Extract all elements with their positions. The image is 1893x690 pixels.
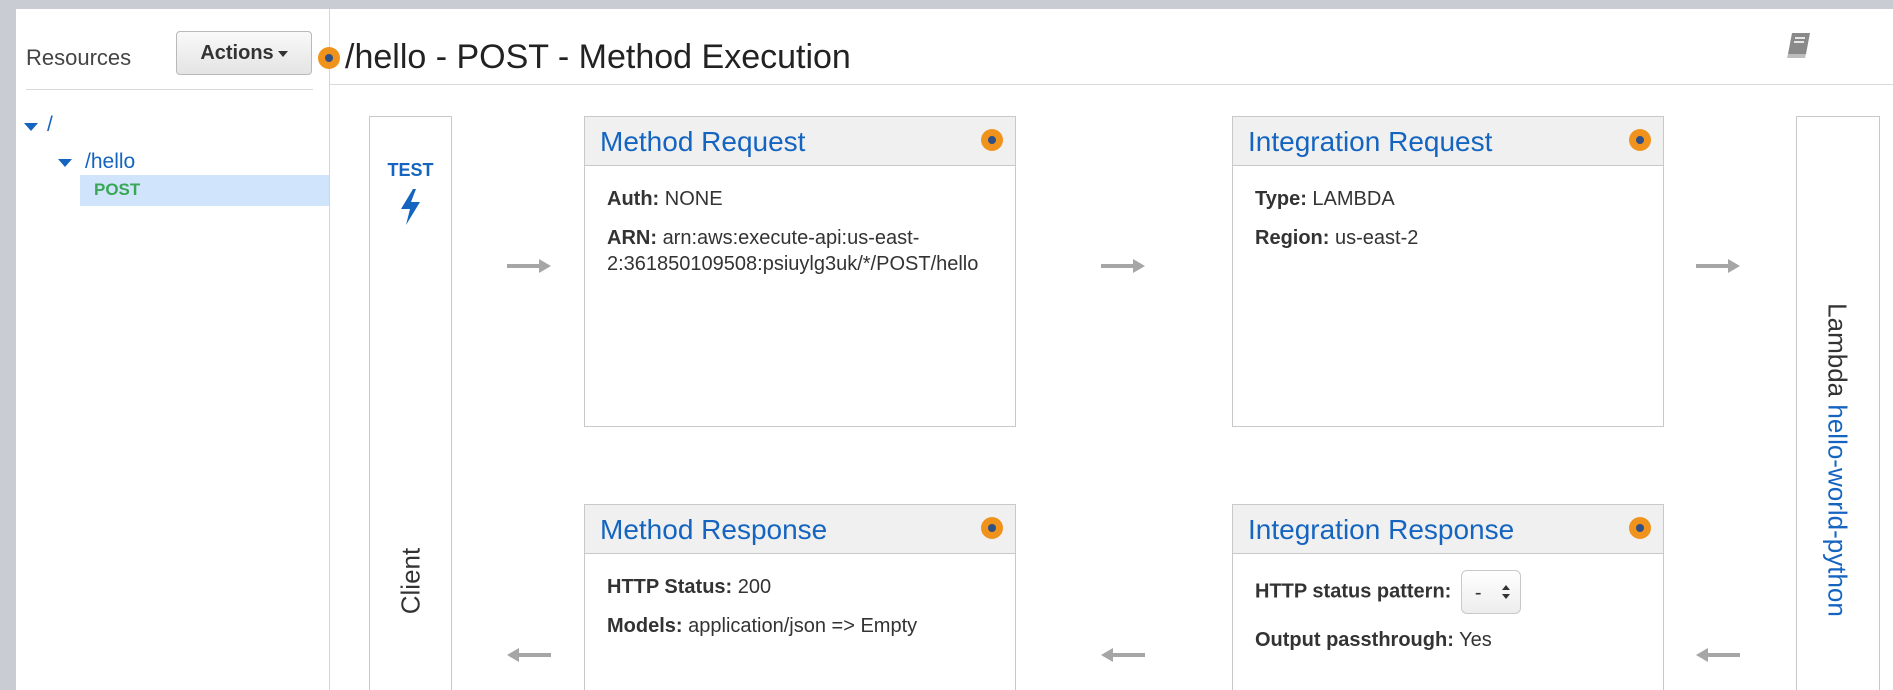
http-status-key: HTTP Status: <box>607 576 733 598</box>
tree-item-post-label: POST <box>94 180 141 199</box>
caret-down-icon[interactable] <box>58 159 72 167</box>
status-pattern-select[interactable]: - <box>1460 570 1521 614</box>
lambda-prefix: Lambda <box>1822 303 1853 398</box>
integration-response-link[interactable]: Integration Response <box>1248 514 1514 546</box>
lambda-label: Lambda hello-world-python <box>1822 303 1853 617</box>
auth-key: Auth: <box>607 188 660 210</box>
arn-row: ARN: arn:aws:execute-api:us-east- 2:3618… <box>607 225 993 277</box>
models-value: application/json => Empty <box>688 615 918 637</box>
page-title: /hello - POST - Method Execution <box>345 38 851 76</box>
left-arrow-icon <box>1696 648 1740 662</box>
tree-item-hello[interactable]: /hello <box>85 150 135 174</box>
client-label: Client <box>395 547 426 615</box>
integration-response-card: Integration Response HTTP status pattern… <box>1232 504 1664 690</box>
integration-response-body: HTTP status pattern: - Output passthroug… <box>1233 554 1663 653</box>
tree-item-root[interactable]: / <box>47 113 53 137</box>
header-divider <box>330 84 1893 85</box>
caret-down-icon <box>277 51 288 57</box>
orange-status-icon <box>1629 129 1651 151</box>
passthrough-row: Output passthrough: Yes <box>1255 627 1641 653</box>
caret-down-icon[interactable] <box>24 123 38 131</box>
status-pattern-value: - <box>1474 582 1482 604</box>
book-icon[interactable] <box>1784 30 1814 60</box>
orange-status-icon <box>981 517 1003 539</box>
type-key: Type: <box>1255 188 1307 210</box>
http-status-value: 200 <box>737 576 772 598</box>
actions-label: Actions <box>200 41 274 64</box>
method-response-body: HTTP Status: 200 Models: application/jso… <box>585 554 1015 639</box>
lambda-column: Lambda hello-world-python <box>1796 116 1880 690</box>
auth-value: NONE <box>664 188 723 210</box>
arn-value-line1: arn:aws:execute-api:us-east- <box>662 227 920 249</box>
auth-row: Auth: NONE <box>607 186 993 212</box>
integration-request-header: Integration Request <box>1233 117 1663 166</box>
method-request-link[interactable]: Method Request <box>600 126 805 158</box>
orange-status-icon <box>981 129 1003 151</box>
models-key: Models: <box>607 615 683 637</box>
right-arrow-icon <box>507 259 551 273</box>
actions-button[interactable]: Actions <box>176 31 312 75</box>
method-response-link[interactable]: Method Response <box>600 514 827 546</box>
method-request-body: Auth: NONE ARN: arn:aws:execute-api:us-e… <box>585 166 1015 277</box>
passthrough-value: Yes <box>1459 629 1492 651</box>
resources-sidebar: Resources Actions / /hello POST <box>16 9 330 690</box>
integration-request-link[interactable]: Integration Request <box>1248 126 1492 158</box>
arn-key: ARN: <box>607 227 657 249</box>
region-key: Region: <box>1255 227 1330 249</box>
resources-title: Resources <box>26 45 132 70</box>
left-arrow-icon <box>507 648 551 662</box>
method-response-header: Method Response <box>585 505 1015 554</box>
integration-response-header: Integration Response <box>1233 505 1663 554</box>
sidebar-divider <box>26 89 313 90</box>
arn-value-line2: 2:361850109508:psiuylg3uk/*/POST/hello <box>607 253 979 275</box>
integration-request-card: Integration Request Type: LAMBDA Region:… <box>1232 116 1664 427</box>
method-request-card: Method Request Auth: NONE ARN: arn:aws:e… <box>584 116 1016 427</box>
method-request-header: Method Request <box>585 117 1015 166</box>
passthrough-key: Output passthrough: <box>1255 629 1454 651</box>
status-pattern-row: HTTP status pattern: - <box>1255 570 1641 614</box>
lightning-bolt-icon[interactable] <box>396 187 426 227</box>
right-arrow-icon <box>1101 259 1145 273</box>
lambda-function-link[interactable]: hello-world-python <box>1823 404 1853 616</box>
region-value: us-east-2 <box>1335 227 1419 249</box>
region-row: Region: us-east-2 <box>1255 225 1641 251</box>
type-value: LAMBDA <box>1312 188 1395 210</box>
orange-status-icon <box>318 47 340 69</box>
left-arrow-icon <box>1101 648 1145 662</box>
client-column: TEST Client <box>369 116 452 690</box>
integration-request-body: Type: LAMBDA Region: us-east-2 <box>1233 166 1663 251</box>
orange-status-icon <box>1629 517 1651 539</box>
right-arrow-icon <box>1696 259 1740 273</box>
status-pattern-key: HTTP status pattern: <box>1255 580 1452 603</box>
http-status-row: HTTP Status: 200 <box>607 574 993 600</box>
test-link[interactable]: TEST <box>370 160 451 181</box>
tree-item-post-selected[interactable]: POST <box>80 175 329 206</box>
method-response-card: Method Response HTTP Status: 200 Models:… <box>584 504 1016 690</box>
models-row: Models: application/json => Empty <box>607 613 993 639</box>
type-row: Type: LAMBDA <box>1255 186 1641 212</box>
up-down-chevron-icon <box>1501 585 1510 599</box>
